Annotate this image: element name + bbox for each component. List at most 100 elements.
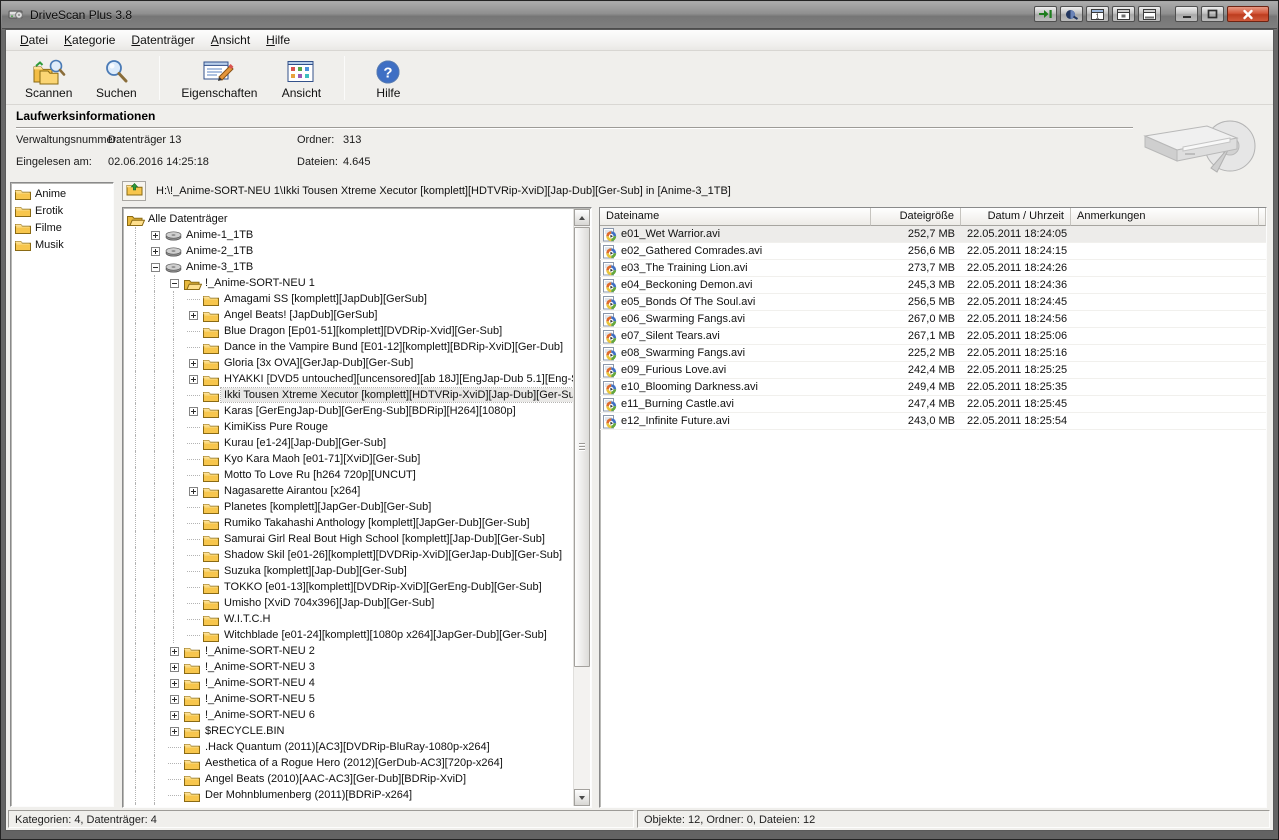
folder-up-button[interactable] — [122, 181, 146, 201]
tree-item[interactable]: Suzuka [komplett][Jap-Dub][Ger-Sub] — [127, 563, 573, 579]
tree-item[interactable]: !_Anime-SORT-NEU 4 — [127, 675, 573, 691]
tree-item[interactable]: Motto To Love Ru [h264 720p][UNCUT] — [127, 467, 573, 483]
capture-scroll-button[interactable] — [1034, 6, 1057, 22]
tree-item[interactable]: Nagasarette Airantou [x264] — [127, 483, 573, 499]
menu-item-datentr-ger[interactable]: Datenträger — [123, 30, 202, 50]
tree-item[interactable]: Aesthetica of a Rogue Hero (2012)[GerDub… — [127, 755, 573, 771]
file-row[interactable]: e07_Silent Tears.avi267,1 MB22.05.2011 1… — [600, 328, 1266, 345]
tree-item[interactable]: !_Anime-SORT-NEU 2 — [127, 643, 573, 659]
tree-item[interactable]: HYAKKI [DVD5 untouched][uncensored][ab 1… — [127, 371, 573, 387]
toolbar-suchen-button[interactable]: Suchen — [83, 54, 149, 102]
category-item-musik[interactable]: Musik — [12, 236, 112, 253]
column-header-dateiname[interactable]: Dateiname — [600, 208, 871, 226]
tree-item[interactable]: .Hack Quantum (2011)[AC3][DVDRip-BluRay-… — [127, 739, 573, 755]
file-row[interactable]: e09_Furious Love.avi242,4 MB22.05.2011 1… — [600, 362, 1266, 379]
tree-item[interactable]: Witchblade [e01-24][komplett][1080p x264… — [127, 627, 573, 643]
window-1-button[interactable]: 1 — [1086, 6, 1109, 22]
toolbar-ansicht-button[interactable]: Ansicht — [268, 54, 334, 102]
collapse-minus-icon[interactable] — [170, 279, 179, 288]
toolbar-eigenschaften-button[interactable]: Eigenschaften — [170, 54, 268, 102]
expand-plus-icon[interactable] — [170, 647, 179, 656]
tree-item[interactable]: Golden Boy [e1-6][komplett][Ger-Dub][DVD… — [127, 803, 573, 806]
collapse-minus-icon[interactable] — [151, 263, 160, 272]
expand-plus-icon[interactable] — [189, 359, 198, 368]
tree-item[interactable]: !_Anime-SORT-NEU 5 — [127, 691, 573, 707]
tree-item[interactable]: Amagami SS [komplett][JapDub][GerSub] — [127, 291, 573, 307]
folder-icon — [15, 187, 31, 200]
column-header-datum-uhrzeit[interactable]: Datum / Uhrzeit — [961, 208, 1071, 226]
file-row[interactable]: e05_Bonds Of The Soul.avi256,5 MB22.05.2… — [600, 294, 1266, 311]
tree-item[interactable]: KimiKiss Pure Rouge — [127, 419, 573, 435]
close-button[interactable] — [1227, 6, 1269, 22]
expand-plus-icon[interactable] — [151, 231, 160, 240]
expand-plus-icon[interactable] — [189, 407, 198, 416]
toolbar-scannen-button[interactable]: Scannen — [14, 54, 83, 102]
expand-plus-icon[interactable] — [170, 711, 179, 720]
file-row[interactable]: e04_Beckoning Demon.avi245,3 MB22.05.201… — [600, 277, 1266, 294]
tree-scrollbar[interactable] — [573, 209, 590, 806]
tree-item[interactable]: TOKKO [e01-13][komplett][DVDRip-XviD][Ge… — [127, 579, 573, 595]
expand-plus-icon[interactable] — [189, 375, 198, 384]
tree-item[interactable]: Planetes [komplett][JapGer-Dub][Ger-Sub] — [127, 499, 573, 515]
category-item-filme[interactable]: Filme — [12, 219, 112, 236]
menu-item-datei[interactable]: Datei — [12, 30, 56, 50]
tree-item[interactable]: Kyo Kara Maoh [e01-71][XviD][Ger-Sub] — [127, 451, 573, 467]
expand-plus-icon[interactable] — [189, 487, 198, 496]
tree-item[interactable]: Ikki Tousen Xtreme Xecutor [komplett][HD… — [127, 387, 573, 403]
tree-item[interactable]: Dance in the Vampire Bund [E01-12][kompl… — [127, 339, 573, 355]
menu-item-label: ategorie — [72, 33, 115, 47]
column-header-dateigr-e[interactable]: Dateigröße — [871, 208, 961, 226]
menu-item-hilfe[interactable]: Hilfe — [258, 30, 298, 50]
file-row[interactable]: e10_Blooming Darkness.avi249,4 MB22.05.2… — [600, 379, 1266, 396]
scroll-up-button[interactable] — [574, 209, 590, 226]
tree-item[interactable]: Anime-1_1TB — [127, 227, 573, 243]
file-row[interactable]: e12_Infinite Future.avi243,0 MB22.05.201… — [600, 413, 1266, 430]
expand-plus-icon[interactable] — [170, 663, 179, 672]
window-restore-button[interactable] — [1112, 6, 1135, 22]
tree-item[interactable]: Gloria [3x OVA][GerJap-Dub][Ger-Sub] — [127, 355, 573, 371]
tree-item[interactable]: Karas [GerEngJap-Dub][GerEng-Sub][BDRip]… — [127, 403, 573, 419]
tree-item[interactable]: !_Anime-SORT-NEU 1 — [127, 275, 573, 291]
tree-item[interactable]: Kurau [e1-24][Jap-Dub][Ger-Sub] — [127, 435, 573, 451]
tree-item[interactable]: Alle Datenträger — [127, 211, 573, 227]
file-row[interactable]: e11_Burning Castle.avi247,4 MB22.05.2011… — [600, 396, 1266, 413]
window-bar-button[interactable] — [1138, 6, 1161, 22]
menu-item-ansicht[interactable]: Ansicht — [203, 30, 258, 50]
tree-item[interactable]: !_Anime-SORT-NEU 6 — [127, 707, 573, 723]
expand-plus-icon[interactable] — [170, 679, 179, 688]
tree-expander-slot — [184, 531, 203, 547]
scroll-down-button[interactable] — [574, 789, 590, 806]
tree-item[interactable]: !_Anime-SORT-NEU 3 — [127, 659, 573, 675]
tree-item[interactable]: Der Mohnblumenberg (2011)[BDRiP-x264] — [127, 787, 573, 803]
menu-item-kategorie[interactable]: Kategorie — [56, 30, 123, 50]
tree-item[interactable]: Blue Dragon [Ep01-51][komplett][DVDRip-X… — [127, 323, 573, 339]
tree-item[interactable]: Anime-3_1TB — [127, 259, 573, 275]
file-row[interactable]: e08_Swarming Fangs.avi225,2 MB22.05.2011… — [600, 345, 1266, 362]
capture-color-button[interactable] — [1060, 6, 1083, 22]
title-bar[interactable]: DriveScan Plus 3.8 1 — [2, 2, 1277, 29]
tree-item[interactable]: W.I.T.C.H — [127, 611, 573, 627]
tree-item[interactable]: Anime-2_1TB — [127, 243, 573, 259]
tree-item[interactable]: Umisho [XviD 704x396][Jap-Dub][Ger-Sub] — [127, 595, 573, 611]
maximize-button[interactable] — [1201, 6, 1224, 22]
file-row[interactable]: e03_The Training Lion.avi273,7 MB22.05.2… — [600, 260, 1266, 277]
file-row[interactable]: e01_Wet Warrior.avi252,7 MB22.05.2011 18… — [600, 226, 1266, 243]
expand-plus-icon[interactable] — [189, 311, 198, 320]
column-header-anmerkungen[interactable]: Anmerkungen — [1071, 208, 1259, 226]
minimize-button[interactable] — [1175, 6, 1198, 22]
tree-item[interactable]: Angel Beats! [JapDub][GerSub] — [127, 307, 573, 323]
file-row[interactable]: e02_Gathered Comrades.avi256,6 MB22.05.2… — [600, 243, 1266, 260]
tree-item[interactable]: Shadow Skil [e01-26][komplett][DVDRip-Xv… — [127, 547, 573, 563]
tree-item[interactable]: Samurai Girl Real Bout High School [komp… — [127, 531, 573, 547]
category-item-erotik[interactable]: Erotik — [12, 202, 112, 219]
tree-item[interactable]: Angel Beats (2010)[AAC-AC3][Ger-Dub][BDR… — [127, 771, 573, 787]
toolbar-hilfe-button[interactable]: ?Hilfe — [355, 54, 421, 102]
expand-plus-icon[interactable] — [170, 695, 179, 704]
tree-item[interactable]: Rumiko Takahashi Anthology [komplett][Ja… — [127, 515, 573, 531]
scroll-thumb[interactable] — [574, 227, 590, 667]
file-row[interactable]: e06_Swarming Fangs.avi267,0 MB22.05.2011… — [600, 311, 1266, 328]
expand-plus-icon[interactable] — [170, 727, 179, 736]
expand-plus-icon[interactable] — [151, 247, 160, 256]
category-item-anime[interactable]: Anime — [12, 185, 112, 202]
tree-item[interactable]: $RECYCLE.BIN — [127, 723, 573, 739]
